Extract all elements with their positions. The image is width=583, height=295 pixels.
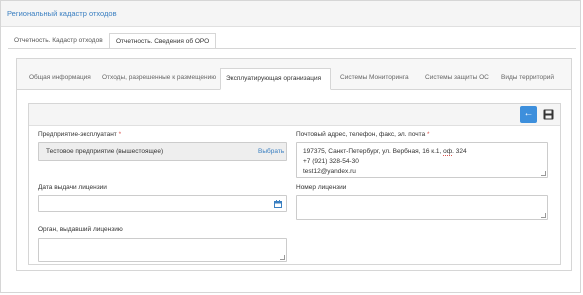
tab-general-info[interactable]: Общая информация bbox=[24, 68, 96, 90]
tab-waste-cadastre[interactable]: Отчетность. Кадастр отходов bbox=[8, 33, 109, 49]
enterprise-value: Тестовое предприятие (вышестоящее) bbox=[46, 148, 164, 155]
pick-enterprise-button[interactable]: Выбрать bbox=[258, 148, 284, 155]
oro-panel: Общая информация Отходы, разрешенные к р… bbox=[16, 58, 572, 271]
save-icon bbox=[543, 109, 554, 120]
address-line-2: +7 (921) 328-54-30 bbox=[303, 158, 359, 165]
license-issuer-textarea[interactable] bbox=[38, 238, 287, 262]
address-line-3: test12@yandex.ru bbox=[303, 168, 356, 175]
license-number-textarea[interactable] bbox=[296, 195, 548, 220]
enterprise-label: Предприятие-эксплуатант * bbox=[38, 131, 121, 138]
tabs-divider bbox=[8, 48, 576, 49]
resize-handle[interactable] bbox=[541, 213, 546, 218]
tab-allowed-waste[interactable]: Отходы, разрешенные к размещению bbox=[97, 68, 221, 90]
tab-oro-info[interactable]: Отчетность. Сведения об ОРО bbox=[109, 33, 216, 49]
tab-territory-types[interactable]: Виды территорий bbox=[496, 68, 559, 90]
tab-monitoring-systems[interactable]: Системы Мониторинга bbox=[335, 68, 414, 90]
address-line-1-office: оф bbox=[443, 148, 453, 156]
operating-org-form: ← Предприятие-эксплуатант * Тестовое пре… bbox=[28, 103, 561, 265]
page-header: Региональный кадастр отходов bbox=[1, 1, 580, 27]
resize-handle[interactable] bbox=[541, 171, 546, 176]
address-label: Почтовый адрес, телефон, факс, эл. почта… bbox=[296, 131, 430, 138]
required-mark: * bbox=[427, 131, 430, 138]
page-title: Региональный кадастр отходов bbox=[7, 9, 117, 18]
enterprise-field[interactable]: Тестовое предприятие (вышестоящее) Выбра… bbox=[38, 142, 287, 161]
resize-handle[interactable] bbox=[280, 255, 285, 260]
address-label-text: Почтовый адрес, телефон, факс, эл. почта bbox=[296, 131, 426, 138]
tab-env-protection[interactable]: Системы защиты ОС bbox=[420, 68, 494, 90]
license-date-input[interactable] bbox=[38, 195, 287, 212]
calendar-icon[interactable] bbox=[274, 200, 282, 208]
license-date-label: Дата выдачи лицензии bbox=[38, 184, 107, 191]
inner-tabs: Общая информация Отходы, разрешенные к р… bbox=[17, 59, 571, 90]
address-line-1-number: . 324 bbox=[452, 148, 467, 155]
required-mark: * bbox=[118, 131, 122, 138]
address-line-1-text: 197375, Санкт-Петербург, ул. Вербная, 16… bbox=[303, 148, 444, 155]
tab-operating-org[interactable]: Эксплуатирующая организация bbox=[220, 68, 331, 90]
arrow-left-icon: ← bbox=[523, 108, 534, 119]
save-button[interactable] bbox=[540, 106, 557, 123]
address-line-1: 197375, Санкт-Петербург, ул. Вербная, 16… bbox=[303, 147, 547, 157]
enterprise-label-text: Предприятие-эксплуатант bbox=[38, 131, 117, 138]
license-issuer-label: Орган, выдавший лицензию bbox=[38, 226, 123, 233]
back-button[interactable]: ← bbox=[520, 106, 537, 123]
page-frame: Региональный кадастр отходов Отчетность.… bbox=[0, 0, 581, 293]
address-textarea[interactable]: 197375, Санкт-Петербург, ул. Вербная, 16… bbox=[296, 142, 548, 178]
license-number-label: Номер лицензии bbox=[296, 184, 347, 191]
form-toolbar: ← bbox=[29, 104, 560, 126]
